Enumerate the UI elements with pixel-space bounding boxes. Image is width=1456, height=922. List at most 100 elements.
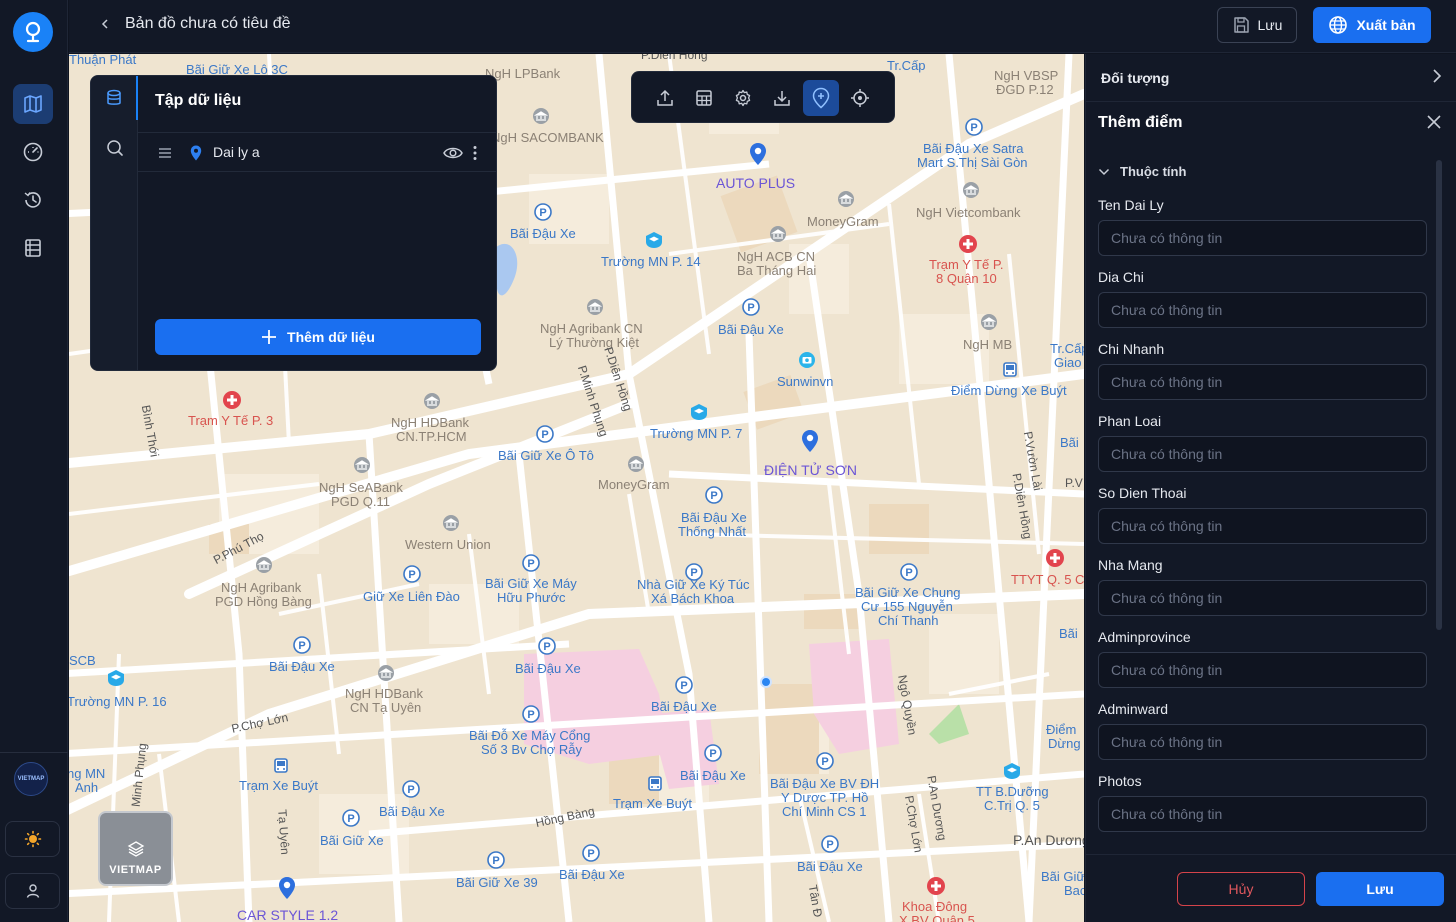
poi-label[interactable]: NgH SACOMBANK — [491, 131, 604, 145]
poi-label[interactable]: NgH Vietcombank — [916, 206, 1021, 220]
poi-label[interactable]: Bãi Giữ Xe Ô Tô — [498, 449, 594, 463]
upload-button[interactable] — [647, 80, 683, 116]
dataset-layer-row[interactable]: Dai ly a — [138, 132, 496, 172]
nav-map-button[interactable] — [13, 84, 53, 124]
poi-label[interactable]: Trường MN P. 16 — [69, 695, 167, 709]
parking-icon[interactable]: P — [705, 486, 723, 504]
parking-icon[interactable]: P — [403, 565, 421, 583]
bank-icon[interactable] — [980, 313, 998, 331]
poi-label[interactable]: TTYT Q. 5 C — [1011, 573, 1084, 587]
parking-icon[interactable]: P — [293, 636, 311, 654]
back-button[interactable] — [95, 14, 115, 34]
eye-icon[interactable] — [443, 145, 463, 161]
tab-search[interactable] — [91, 126, 138, 170]
so-dien-thoai-input[interactable] — [1098, 508, 1427, 544]
adminward-input[interactable] — [1098, 724, 1427, 760]
poi-label[interactable]: AUTO PLUS — [716, 176, 795, 190]
poi-label[interactable]: Hữu Phước — [497, 591, 566, 605]
poi-label[interactable]: Lý Thường Kiệt — [549, 336, 639, 350]
save-button[interactable]: Lưu — [1217, 7, 1297, 43]
school-icon[interactable] — [689, 402, 709, 422]
bank-icon[interactable] — [442, 514, 460, 532]
poi-label[interactable]: Western Union — [405, 538, 491, 552]
parking-icon[interactable]: P — [536, 425, 554, 443]
bank-icon[interactable] — [377, 664, 395, 682]
confirm-save-button[interactable]: Lưu — [1316, 872, 1444, 906]
poi-label[interactable]: CN.TP.HCM — [396, 430, 467, 444]
export-button[interactable]: Xuất bản — [1313, 7, 1431, 43]
poi-label[interactable]: NgH VBSP — [994, 69, 1058, 83]
poi-label[interactable]: ng MN — [69, 767, 105, 781]
poi-label[interactable]: Trường MN P. 7 — [650, 427, 742, 441]
poi-label[interactable]: MoneyGram — [598, 478, 670, 492]
nav-dashboard-button[interactable] — [13, 132, 53, 172]
photos-input[interactable] — [1098, 796, 1427, 832]
poi-label[interactable]: CN Tạ Uyên — [350, 701, 421, 715]
adminprovince-input[interactable] — [1098, 652, 1427, 688]
poi-label[interactable]: Bãi Đậu Xe — [680, 769, 746, 783]
poi-label[interactable]: C.Trị Q. 5 — [984, 799, 1040, 813]
poi-label[interactable]: MoneyGram — [807, 215, 879, 229]
parking-icon[interactable]: P — [487, 851, 505, 869]
panel-scrollbar[interactable] — [1436, 160, 1442, 630]
poi-label[interactable]: NgH HDBank — [391, 416, 469, 430]
attributes-section-toggle[interactable]: Thuộc tính — [1098, 164, 1186, 179]
poi-label[interactable]: Trạm Xe Buýt — [613, 797, 692, 811]
parking-icon[interactable]: P — [900, 563, 918, 581]
poi-label[interactable]: Bãi Đậu Xe — [681, 511, 747, 525]
parking-icon[interactable]: P — [402, 780, 420, 798]
poi-label[interactable]: NgH Agribank CN — [540, 322, 643, 336]
parking-icon[interactable]: P — [675, 676, 693, 694]
poi-label[interactable]: X BV Quận 5 — [899, 914, 975, 922]
hospital-icon[interactable] — [222, 390, 242, 410]
hospital-icon[interactable] — [958, 234, 978, 254]
poi-label[interactable]: Y Dược TP. Hồ — [781, 791, 868, 805]
table-view-button[interactable] — [686, 80, 722, 116]
download-button[interactable] — [764, 80, 800, 116]
bank-icon[interactable] — [586, 298, 604, 316]
poi-label[interactable]: Khoa Đông — [902, 900, 967, 914]
school-icon[interactable] — [644, 230, 664, 250]
vietmap-badge[interactable]: VIETMAP — [14, 762, 48, 796]
poi-label[interactable]: Bãi Đậu Xe — [559, 868, 625, 882]
location-pin-icon[interactable] — [278, 876, 296, 900]
parking-icon[interactable]: P — [704, 744, 722, 762]
nav-history-button[interactable] — [13, 180, 53, 220]
tab-datasets[interactable] — [91, 76, 138, 120]
poi-label[interactable]: Bãi Đậu Xe — [515, 662, 581, 676]
shop-icon[interactable] — [798, 351, 816, 369]
close-icon[interactable] — [1426, 114, 1442, 130]
parking-icon[interactable]: P — [342, 809, 360, 827]
poi-label[interactable]: Trạm Y Tế P. 3 — [188, 414, 273, 428]
location-pin-icon[interactable] — [801, 429, 819, 453]
parking-icon[interactable]: P — [816, 752, 834, 770]
parking-icon[interactable]: P — [742, 298, 760, 316]
poi-label[interactable]: Tr.Cấp — [1050, 342, 1084, 356]
poi-label[interactable]: Xá Bách Khoa — [651, 592, 734, 606]
poi-label[interactable]: Bãi Đậu Xe — [510, 227, 576, 241]
poi-label[interactable]: Bãi Giữ Xe Máy — [485, 577, 577, 591]
poi-label[interactable]: Cư 155 Nguyễn — [861, 600, 953, 614]
poi-label[interactable]: Bãi Đậu Xe BV ĐH — [770, 777, 879, 791]
ten-dai-ly-input[interactable] — [1098, 220, 1427, 256]
poi-label[interactable]: Bãi — [1059, 627, 1078, 641]
poi-label[interactable]: Mart S.Thị Sài Gòn — [917, 156, 1028, 170]
poi-label[interactable]: Anh — [75, 781, 98, 795]
map-title[interactable]: Bản đồ chưa có tiêu đề — [125, 15, 291, 33]
poi-label[interactable]: Bãi Giữ Xe 39 — [456, 876, 538, 890]
bank-icon[interactable] — [423, 392, 441, 410]
poi-label[interactable]: NgH HDBank — [345, 687, 423, 701]
poi-label[interactable]: Bãi Giữ Xe — [320, 834, 384, 848]
parking-icon[interactable]: P — [522, 705, 540, 723]
poi-label[interactable]: Trạm Y Tế P. — [929, 258, 1003, 272]
bank-icon[interactable] — [255, 556, 273, 574]
user-account-button[interactable] — [5, 873, 60, 909]
poi-label[interactable]: NgH ACB CN — [737, 250, 815, 264]
poi-label[interactable]: PGD Hồng Bàng — [215, 595, 312, 609]
poi-label[interactable]: Bãi Giữ Xe Chung — [855, 586, 961, 600]
poi-label[interactable]: Bãi Đậu Xe — [379, 805, 445, 819]
poi-label[interactable]: Bac — [1064, 884, 1084, 898]
poi-label[interactable]: Thống Nhất — [678, 525, 746, 539]
poi-label[interactable]: TT B.Dưỡng — [976, 785, 1049, 799]
poi-label[interactable]: Bãi — [1060, 436, 1079, 450]
